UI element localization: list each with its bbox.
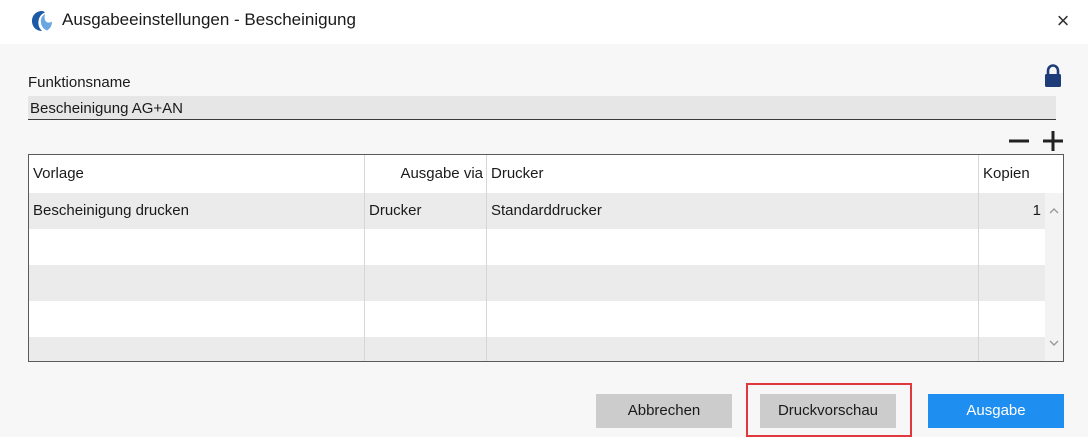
- cell-drucker: [487, 337, 979, 361]
- column-header-ausgabe-via[interactable]: Ausgabe via: [365, 155, 487, 193]
- title-bar: Ausgabeeinstellungen - Bescheinigung ×: [0, 0, 1088, 44]
- scroll-up-icon[interactable]: [1047, 205, 1061, 217]
- cell-drucker: Standarddrucker: [491, 202, 602, 219]
- cell-kopien: 1: [1032, 202, 1041, 219]
- cell-kopien: [979, 265, 1045, 301]
- column-divider: [486, 155, 487, 361]
- table-row[interactable]: [29, 265, 1045, 301]
- table-header: Vorlage Ausgabe via Drucker Kopien: [29, 155, 1063, 193]
- function-name-label: Funktionsname: [28, 74, 131, 91]
- lock-icon[interactable]: [1043, 64, 1063, 88]
- cell-vorlage: [29, 301, 365, 337]
- cell-drucker: [487, 229, 979, 265]
- table-row[interactable]: [29, 337, 1045, 361]
- cell-vorlage: [29, 265, 365, 301]
- table-row[interactable]: [29, 229, 1045, 265]
- output-button[interactable]: Ausgabe: [928, 394, 1064, 428]
- cell-drucker: [487, 301, 979, 337]
- cell-kopien: [979, 229, 1045, 265]
- close-button[interactable]: ×: [1046, 4, 1080, 38]
- cell-ausgabe-via: [365, 265, 487, 301]
- output-table: Vorlage Ausgabe via Drucker Kopien Besch…: [28, 154, 1064, 362]
- cell-vorlage: [29, 337, 365, 361]
- column-header-drucker[interactable]: Drucker: [487, 155, 979, 193]
- column-header-vorlage[interactable]: Vorlage: [29, 155, 365, 193]
- cell-drucker: [487, 265, 979, 301]
- table-scrollbar[interactable]: [1045, 193, 1063, 361]
- remove-row-button[interactable]: [1006, 128, 1032, 154]
- column-divider: [364, 155, 365, 361]
- app-logo-icon: [32, 11, 52, 31]
- column-divider: [978, 155, 979, 361]
- scroll-down-icon[interactable]: [1047, 337, 1061, 349]
- cell-ausgabe-via: [365, 229, 487, 265]
- window-title: Ausgabeeinstellungen - Bescheinigung: [62, 10, 356, 29]
- table-row[interactable]: Bescheinigung drucken Drucker Standarddr…: [29, 193, 1045, 229]
- table-row[interactable]: [29, 301, 1045, 337]
- cell-vorlage: Bescheinigung drucken: [33, 202, 189, 219]
- cell-kopien: [979, 301, 1045, 337]
- cell-kopien: [979, 337, 1045, 361]
- print-preview-button[interactable]: Druckvorschau: [760, 394, 896, 428]
- cell-vorlage: [29, 229, 365, 265]
- function-name-input[interactable]: [28, 96, 1056, 120]
- column-header-kopien[interactable]: Kopien: [979, 155, 1045, 193]
- cell-ausgabe-via: [365, 337, 487, 361]
- cell-ausgabe-via: [365, 301, 487, 337]
- cell-ausgabe-via: Drucker: [369, 202, 422, 219]
- cancel-button[interactable]: Abbrechen: [596, 394, 732, 428]
- add-row-button[interactable]: [1040, 128, 1066, 154]
